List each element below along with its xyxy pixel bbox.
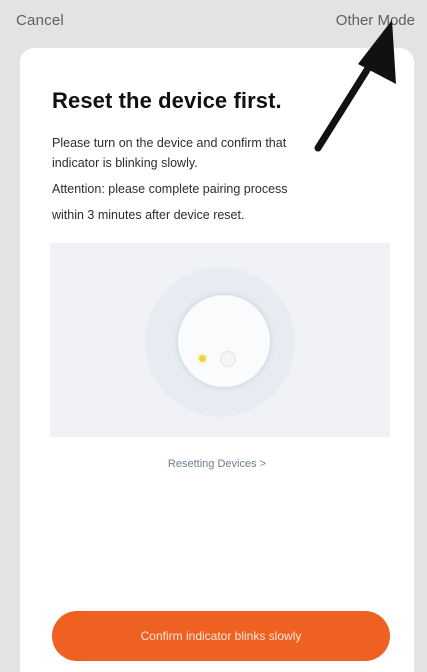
- page-title: Reset the device first.: [52, 88, 282, 113]
- reset-button-icon: [220, 351, 236, 367]
- cancel-button[interactable]: Cancel: [16, 12, 64, 29]
- description-line: within 3 minutes after device reset.: [52, 208, 245, 222]
- arrow-pointer-icon: [314, 20, 396, 152]
- confirm-indicator-button[interactable]: Confirm indicator blinks slowly: [52, 611, 390, 661]
- description-line: Please turn on the device and confirm th…: [52, 136, 287, 150]
- pairing-screen: Cancel Other Mode Reset the device first…: [0, 0, 427, 672]
- description-line: Attention: please complete pairing proce…: [52, 182, 288, 196]
- device-illustration: [50, 243, 390, 437]
- resetting-devices-link[interactable]: Resetting Devices >: [20, 458, 414, 470]
- indicator-light-icon: [199, 355, 206, 362]
- device-image: [178, 295, 270, 387]
- description-line: indicator is blinking slowly.: [52, 156, 198, 170]
